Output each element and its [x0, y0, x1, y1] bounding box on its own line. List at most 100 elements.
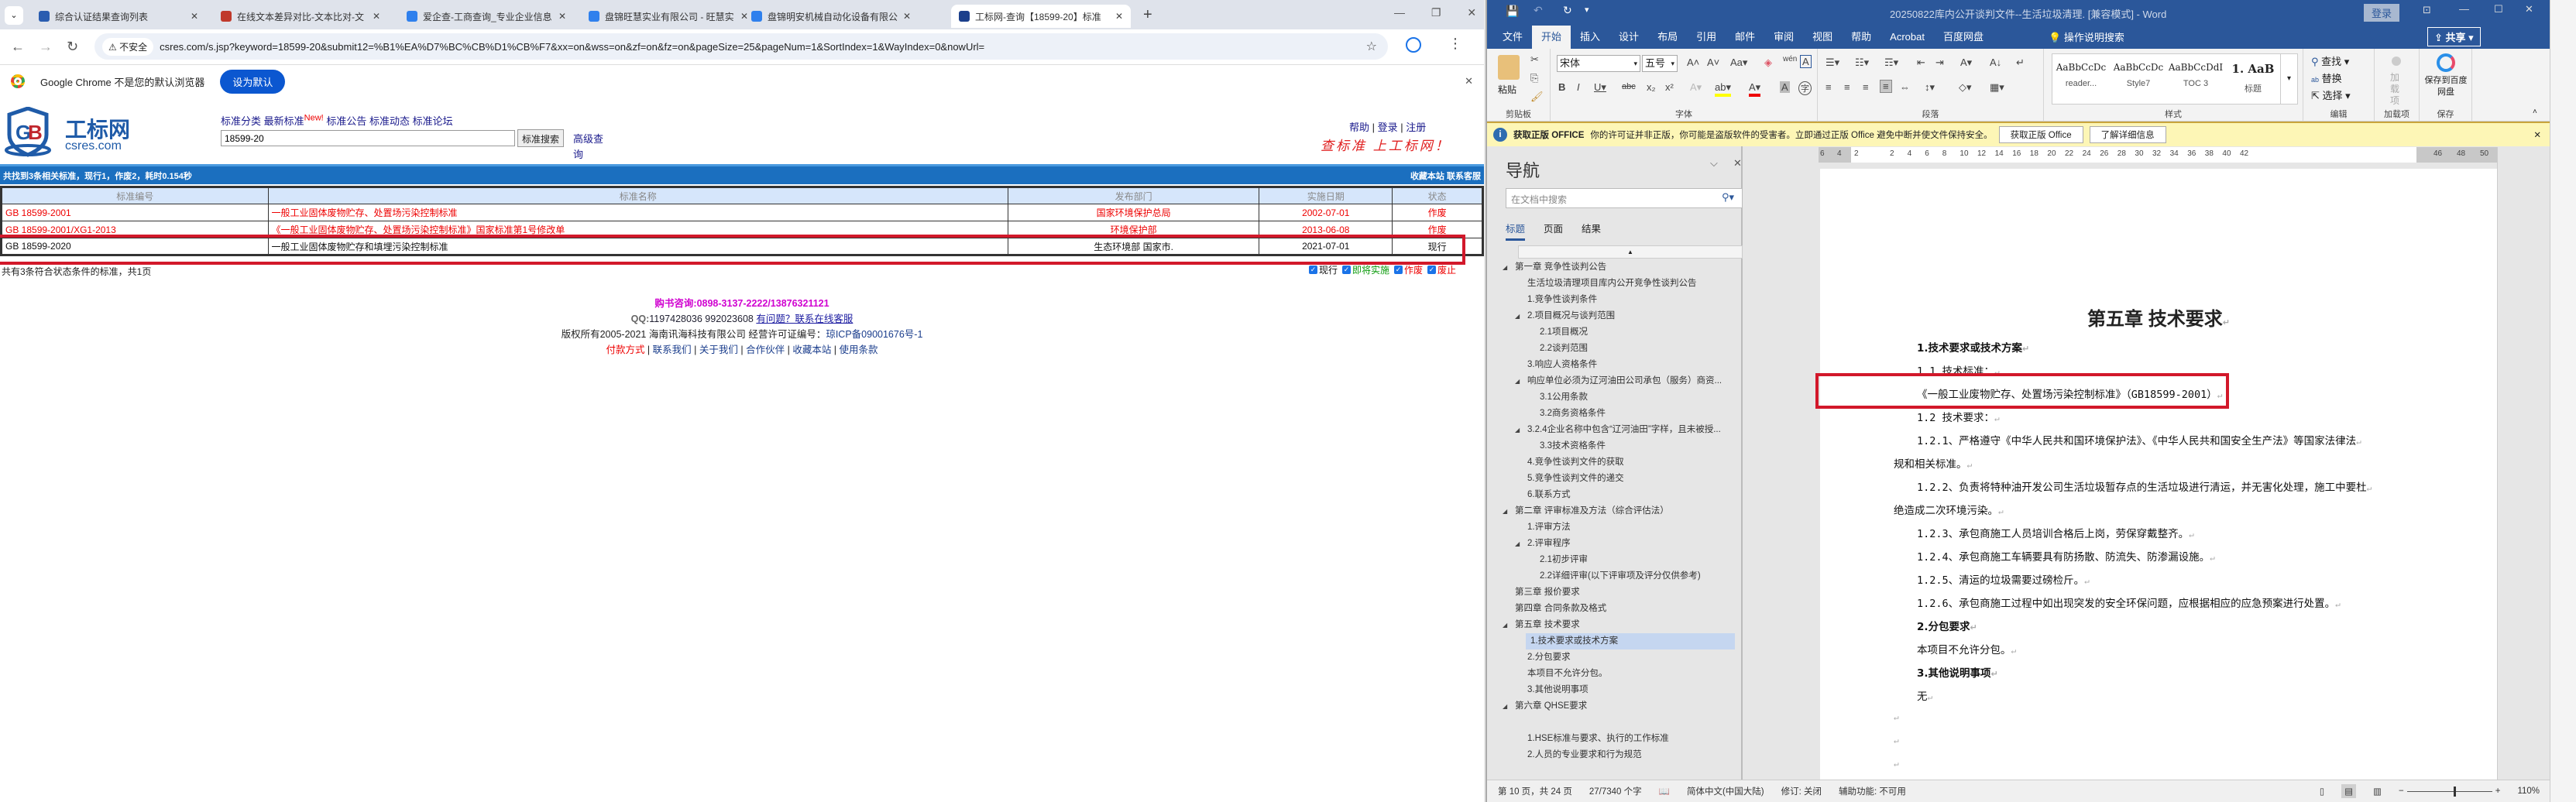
nav-heading-item[interactable]: ◢ 2.项目概况与谈判范围 [1487, 308, 1735, 324]
tab-results[interactable]: 结果 [1582, 221, 1601, 241]
checkbox-checked-icon[interactable]: ✓ [1342, 266, 1352, 274]
ribbon-tab[interactable]: 百度网盘 [1934, 26, 1993, 49]
decrease-indent-icon[interactable]: ⇤ [1917, 57, 1925, 69]
close-infobar-icon[interactable]: ✕ [1465, 75, 1473, 87]
document-paragraph[interactable]: 1.2.2、负责将特种油开发公司生活垃圾暂存点的生活垃圾进行清运，并无害化处理，… [1917, 478, 2372, 494]
reload-icon[interactable]: ↻ [67, 39, 78, 55]
expand-triangle-icon[interactable]: ◢ [1503, 617, 1507, 633]
ribbon-tab[interactable]: 布局 [1648, 26, 1687, 49]
nav-heading-item[interactable] [1487, 715, 1735, 731]
nav-announcements[interactable]: 标准公告 [326, 115, 366, 127]
document-paragraph[interactable]: 2.分包要求↵ [1917, 618, 1977, 633]
nav-heading-item[interactable]: ◢ 第六章 QHSE要求 [1487, 698, 1735, 715]
contact-service-link[interactable]: 联系客服 [1447, 172, 1481, 181]
nav-heading-item[interactable]: 2.分包要求 [1487, 649, 1735, 666]
legend-filter[interactable]: ✓ 现行 [1309, 263, 1338, 276]
url-text[interactable]: csres.com/s.jsp?keyword=18599-20&submit1… [160, 41, 984, 53]
nav-heading-item[interactable]: 2.1初步评审 [1487, 552, 1735, 568]
browser-tab[interactable]: 综合认证结果查询列表 ✕ [31, 5, 206, 28]
document-paragraph[interactable]: ↵ [1894, 711, 1899, 723]
highlight-color-icon[interactable]: ab▾ [1715, 81, 1731, 97]
checkbox-checked-icon[interactable]: ✓ [1427, 266, 1437, 274]
tab-pages[interactable]: 页面 [1544, 221, 1563, 241]
document-paragraph[interactable]: ↵ [1894, 757, 1899, 769]
align-right-icon[interactable]: ≡ [1863, 81, 1869, 93]
nav-heading-item[interactable]: 2.1项目概况 [1487, 324, 1735, 341]
minimize-icon[interactable]: — [1394, 6, 1405, 19]
bullets-icon[interactable]: ☰▾ [1826, 57, 1839, 69]
nav-heading-item[interactable]: 3.1公用条款 [1487, 389, 1735, 406]
accessibility[interactable]: 辅助功能: 不可用 [1839, 785, 1906, 797]
align-center-icon[interactable]: ≡ [1844, 81, 1850, 93]
footer-link[interactable]: 使用条款 [840, 344, 878, 355]
nav-heading-item[interactable]: ◢ 第一章 竞争性谈判公告 [1487, 259, 1735, 276]
document-paragraph[interactable]: 无↵ [1917, 687, 1932, 703]
document-paragraph[interactable]: 1.2 技术要求：↵ [1917, 409, 2000, 424]
close-icon[interactable]: ✕ [2525, 3, 2533, 15]
search-input[interactable] [221, 130, 515, 146]
nav-heading-item[interactable]: 3.响应人资格条件 [1487, 357, 1735, 373]
learn-more-button[interactable]: 了解详细信息 [2089, 126, 2166, 143]
legend-filter[interactable]: ✓ 作废 [1394, 263, 1423, 276]
format-painter-icon[interactable]: 🖌 [1530, 91, 1544, 103]
cell-code[interactable]: GB 18599-2001 [1, 204, 269, 221]
document-paragraph[interactable]: 规和相关标准。↵ [1894, 455, 1972, 471]
nav-heading-item[interactable]: 3.HSE工作目标 [1487, 763, 1735, 766]
nav-heading-item[interactable]: 3.其他说明事项 [1487, 682, 1735, 698]
distributed-icon[interactable]: ⇔ [1900, 81, 1910, 93]
nav-news[interactable]: 标准动态 [369, 115, 410, 127]
nav-heading-item[interactable]: 2.2谈判范围 [1487, 341, 1735, 357]
show-marks-icon[interactable]: ↵ [2016, 57, 2025, 69]
nav-heading-item[interactable]: 4.竞争性谈判文件的获取 [1487, 454, 1735, 471]
nav-heading-item[interactable]: 1.评审方法 [1487, 519, 1735, 536]
shrink-font-icon[interactable]: A˅ [1707, 57, 1719, 68]
styles-more-icon[interactable]: ▾ [2280, 54, 2297, 104]
nav-standard-category[interactable]: 标准分类 [221, 115, 261, 127]
back-icon[interactable]: ← [11, 39, 25, 55]
header-status[interactable]: 状态 [1392, 187, 1483, 204]
tab-search-chevron-icon[interactable]: ⌄ [5, 6, 23, 25]
footer-link[interactable]: 合作伙伴 [746, 344, 785, 355]
ribbon-tab[interactable]: Acrobat [1880, 26, 1934, 49]
nav-heading-item[interactable]: 第四章 合同条款及格式 [1487, 601, 1735, 617]
nav-heading-item[interactable]: 2.2详细评审(以下评审项及评分仅供参考) [1487, 568, 1735, 584]
footer-link[interactable]: 收藏本站 [792, 344, 831, 355]
clear-formatting-icon[interactable]: ◈ [1764, 57, 1772, 69]
icp-link[interactable]: 琼ICP备09001676号-1 [826, 329, 922, 340]
close-icon[interactable]: ✕ [1467, 6, 1476, 19]
expand-triangle-icon[interactable]: ◢ [1515, 308, 1520, 324]
style-item[interactable]: 1. AaB 标题 [2224, 54, 2282, 104]
document-paragraph[interactable]: 本项目不允许分包。↵ [1917, 641, 2016, 656]
browser-tab[interactable]: 盘锦旺慧实业有限公司 - 旺慧实 ✕ [581, 5, 756, 28]
tab-close-icon[interactable]: ✕ [373, 11, 380, 22]
cell-name[interactable]: 一般工业固体废物贮存、处置场污染控制标准 [267, 204, 1008, 221]
tab-close-icon[interactable]: ✕ [903, 11, 911, 22]
bold-icon[interactable]: B [1558, 81, 1565, 93]
page-count[interactable]: 第 10 页，共 24 页 [1498, 785, 1572, 797]
paste-button[interactable]: 粘贴 [1498, 83, 1516, 96]
document-paragraph[interactable]: 3.其他说明事项↵ [1917, 664, 1998, 680]
font-color-icon[interactable]: A▾ [1749, 81, 1761, 97]
font-size-select[interactable]: 五号 ▾ [1642, 55, 1678, 72]
justify-icon[interactable]: ≡ [1880, 80, 1892, 93]
nav-heading-item[interactable]: 2.人员的专业要求和行为规范 [1487, 747, 1735, 763]
expand-triangle-icon[interactable]: ◢ [1515, 373, 1520, 389]
maximize-icon[interactable]: ❐ [1431, 6, 1441, 19]
document-paragraph[interactable]: 绝造成二次环境污染。↵ [1894, 502, 2004, 517]
document-paragraph[interactable]: 1.2.6、承包商施工过程中如出现突发的安全环保问题，应根据相应的应急预案进行处… [1917, 595, 2341, 610]
line-spacing-icon[interactable]: ↕▾ [1925, 81, 1935, 94]
proofing-icon[interactable]: 📖 [1659, 786, 1670, 797]
search-button[interactable]: 标准搜索 [517, 129, 565, 147]
browser-tab[interactable]: 爱企查-工商查询_专业企业信息 ✕ [399, 5, 574, 28]
document-paragraph[interactable]: ↵ [1894, 734, 1899, 746]
borders-icon[interactable]: ▦▾ [1990, 81, 2004, 94]
document-paragraph[interactable]: 1.技术要求或技术方案↵ [1917, 339, 2029, 355]
close-notice-icon[interactable]: ✕ [2533, 129, 2541, 140]
paste-icon[interactable] [1498, 55, 1520, 80]
track-changes[interactable]: 修订: 关闭 [1781, 785, 1822, 797]
zoom-level[interactable]: 110% [2517, 787, 2540, 796]
ribbon-tab[interactable]: 审阅 [1764, 26, 1803, 49]
copy-icon[interactable]: ⎘ [1530, 72, 1538, 84]
search-icon[interactable]: ⚲▾ [1722, 191, 1734, 204]
save-to-baidu-button[interactable]: 保存到百度网盘 [2423, 75, 2469, 98]
